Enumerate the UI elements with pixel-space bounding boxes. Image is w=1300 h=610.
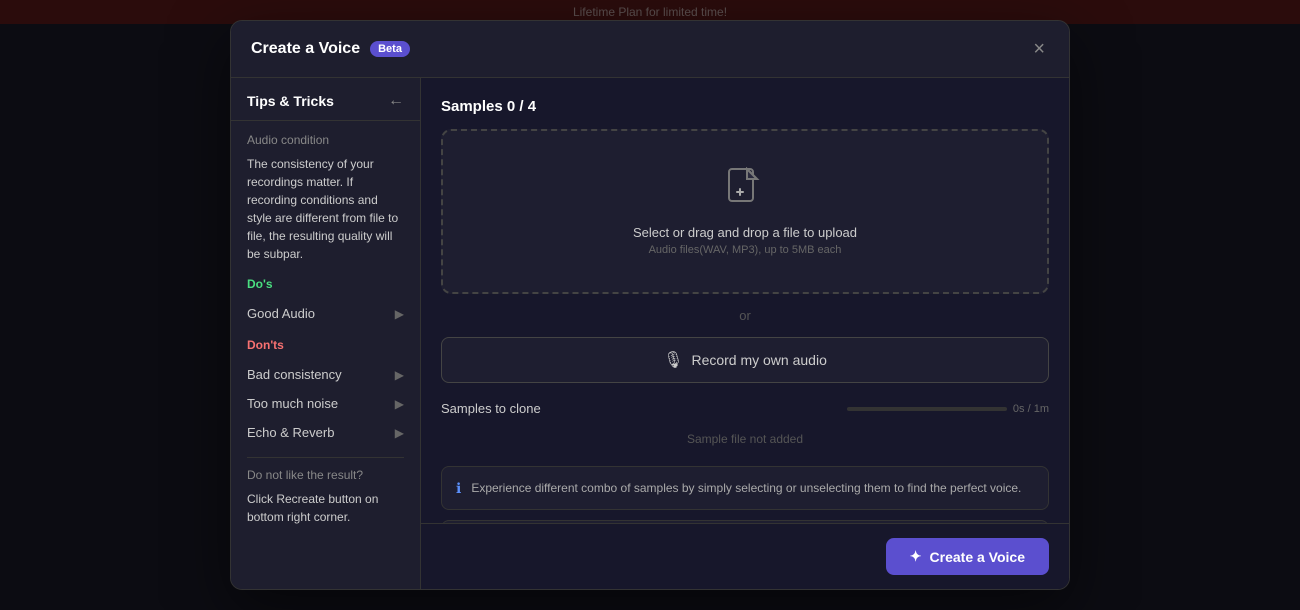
or-divider: or <box>441 308 1049 323</box>
recreate-text: Click Recreate button on bottom right co… <box>247 490 404 526</box>
samples-clone-row: Samples to clone 0s / 1m <box>441 401 1049 416</box>
samples-clone-label: Samples to clone <box>441 401 541 416</box>
sparkle-icon: ✦ <box>910 548 922 565</box>
left-panel: Tips & Tricks ← Audio condition The cons… <box>231 78 421 589</box>
upload-main-text: Select or drag and drop a file to upload <box>633 225 857 240</box>
tips-header: Tips & Tricks ← <box>231 78 420 121</box>
menu-item-label: Too much noise <box>247 396 338 411</box>
divider <box>247 457 404 458</box>
mic-icon: 🎙 <box>663 350 683 370</box>
modal-header: Create a Voice Beta × <box>231 21 1069 78</box>
create-btn-label: Create a Voice <box>930 549 1025 565</box>
donts-label: Don'ts <box>247 338 404 352</box>
modal-overlay: Create a Voice Beta × Tips & Tricks ← Au… <box>0 0 1300 610</box>
sample-empty-text: Sample file not added <box>441 422 1049 456</box>
menu-item-echo-reverb[interactable]: Echo & Reverb ▶ <box>247 418 404 447</box>
chevron-right-icon: ▶ <box>395 397 404 411</box>
progress-container: 0s / 1m <box>847 403 1049 415</box>
beta-badge: Beta <box>370 41 410 57</box>
modal-body: Tips & Tricks ← Audio condition The cons… <box>231 78 1069 589</box>
record-btn-label: Record my own audio <box>691 352 826 368</box>
progress-time: 0s / 1m <box>1013 403 1049 415</box>
upload-area[interactable]: Select or drag and drop a file to upload… <box>441 129 1049 294</box>
modal-title: Create a Voice <box>251 40 360 58</box>
upload-sub-text: Audio files(WAV, MP3), up to 5MB each <box>649 244 842 256</box>
upload-icon <box>727 167 763 215</box>
chevron-right-icon: ▶ <box>395 426 404 440</box>
collapse-icon[interactable]: ← <box>388 92 404 110</box>
tips-label: Tips & Tricks <box>247 93 334 109</box>
menu-item-label: Bad consistency <box>247 367 342 382</box>
menu-item-bad-consistency[interactable]: Bad consistency ▶ <box>247 360 404 389</box>
samples-title: Samples 0 / 4 <box>441 98 1049 115</box>
right-content: Samples 0 / 4 Select or drag and drop a … <box>421 78 1069 523</box>
info-icon: ℹ <box>456 480 461 497</box>
dont-like-label: Do not like the result? <box>247 468 404 482</box>
condition-text: The consistency of your recordings matte… <box>247 155 404 263</box>
menu-item-good-audio[interactable]: Good Audio ▶ <box>247 299 404 328</box>
info-card-samples: ℹ Experience different combo of samples … <box>441 466 1049 510</box>
dos-label: Do's <box>247 277 404 291</box>
chevron-right-icon: ▶ <box>395 307 404 321</box>
modal-close-button[interactable]: × <box>1029 35 1049 63</box>
progress-bar <box>847 407 1007 411</box>
modal-footer: ✦ Create a Voice <box>421 523 1069 589</box>
create-voice-button[interactable]: ✦ Create a Voice <box>886 538 1049 575</box>
create-voice-modal: Create a Voice Beta × Tips & Tricks ← Au… <box>230 20 1070 590</box>
chevron-right-icon: ▶ <box>395 368 404 382</box>
menu-item-too-much-noise[interactable]: Too much noise ▶ <box>247 389 404 418</box>
menu-item-label: Echo & Reverb <box>247 425 334 440</box>
info-card-text-1: Experience different combo of samples by… <box>471 479 1021 497</box>
audio-condition-label: Audio condition <box>247 133 404 147</box>
right-panel: Samples 0 / 4 Select or drag and drop a … <box>421 78 1069 589</box>
menu-item-label: Good Audio <box>247 306 315 321</box>
left-content: Audio condition The consistency of your … <box>231 121 420 589</box>
record-audio-button[interactable]: 🎙 Record my own audio <box>441 337 1049 383</box>
